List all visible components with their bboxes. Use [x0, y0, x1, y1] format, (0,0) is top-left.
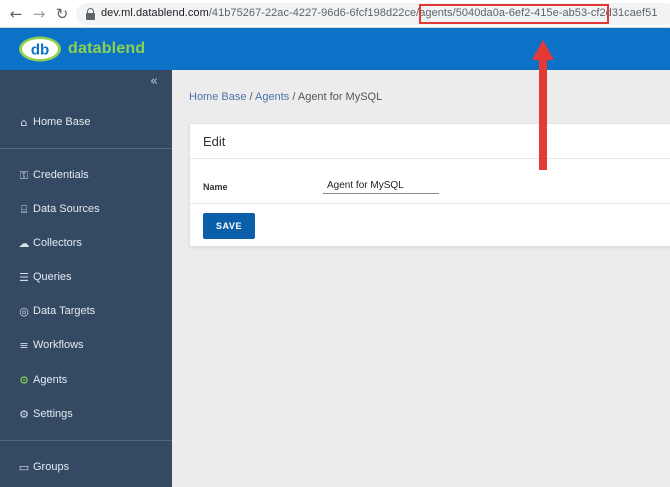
svg-text:db: db [31, 42, 49, 59]
cloud-download-icon: ☁ [18, 237, 30, 250]
lock-icon [86, 8, 95, 20]
sidebar-item-label: Collectors [33, 237, 82, 249]
name-label: Name [203, 182, 228, 192]
sidebar-item-label: Agents [33, 374, 68, 386]
reload-icon[interactable]: ↻ [54, 6, 70, 22]
layers-icon: ≡ [19, 339, 29, 352]
list-icon: ☰ [19, 271, 29, 284]
breadcrumb-home-link[interactable]: Home Base [189, 91, 246, 103]
sidebar-item-data-sources[interactable]: ⌸ Data Sources [0, 201, 172, 223]
logo-icon[interactable]: db [18, 36, 62, 62]
card-title: Edit [203, 134, 226, 149]
annotation-arrow [532, 40, 554, 170]
sidebar-divider [0, 148, 172, 149]
sidebar-item-data-targets[interactable]: ◎ Data Targets [0, 303, 172, 325]
sidebar-item-home-base[interactable]: ⌂ Home Base [0, 114, 172, 136]
folder-icon: ▭ [18, 461, 30, 474]
sidebar-item-label: Credentials [33, 169, 89, 181]
target-icon: ◎ [19, 305, 29, 318]
sidebar-item-label: Queries [33, 271, 72, 283]
sidebar-item-label: Data Sources [33, 203, 100, 215]
save-button[interactable]: SAVE [203, 213, 255, 239]
sidebar-item-label: Settings [33, 408, 73, 420]
collapse-sidebar-icon[interactable]: « [150, 74, 158, 89]
sidebar-divider [0, 440, 172, 441]
breadcrumb-current: Agent for MySQL [297, 91, 383, 103]
gear-icon: ⚙ [19, 408, 29, 421]
sidebar-item-queries[interactable]: ☰ Queries [0, 269, 172, 291]
sidebar-item-credentials[interactable]: ⚿ Credentials [0, 167, 172, 189]
card-divider [190, 158, 670, 159]
back-icon[interactable]: ← [8, 6, 24, 22]
breadcrumb: Home Base / Agents / Agent for MySQL [189, 91, 382, 103]
name-input[interactable] [323, 177, 439, 194]
forward-icon[interactable]: → [31, 6, 47, 22]
lock-icon: ⚿ [19, 169, 29, 182]
breadcrumb-separator: / [289, 91, 298, 103]
database-icon: ⌸ [20, 203, 28, 216]
url-domain: dev.ml.datablend.com [101, 7, 209, 19]
card-divider [190, 203, 670, 204]
agents-icon: ⚙ [19, 374, 29, 387]
logo-text[interactable]: datablend [68, 40, 145, 58]
sidebar-item-label: Data Targets [33, 305, 96, 317]
sidebar-item-label: Workflows [33, 339, 84, 351]
breadcrumb-separator: / [246, 91, 256, 103]
home-icon: ⌂ [20, 116, 28, 129]
sidebar-item-collectors[interactable]: ☁ Collectors [0, 235, 172, 257]
url-id-highlight-box [419, 4, 609, 24]
sidebar-item-workflows[interactable]: ≡ Workflows [0, 337, 172, 359]
sidebar-item-settings[interactable]: ⚙ Settings [0, 406, 172, 428]
edit-card: Edit Name SAVE [189, 123, 670, 247]
sidebar-item-groups[interactable]: ▭ Groups [0, 459, 172, 481]
sidebar-item-agents[interactable]: ⚙ Agents [0, 372, 172, 394]
sidebar-item-label: Groups [33, 461, 70, 473]
sidebar-item-label: Home Base [33, 116, 91, 128]
breadcrumb-agents-link[interactable]: Agents [255, 91, 289, 103]
